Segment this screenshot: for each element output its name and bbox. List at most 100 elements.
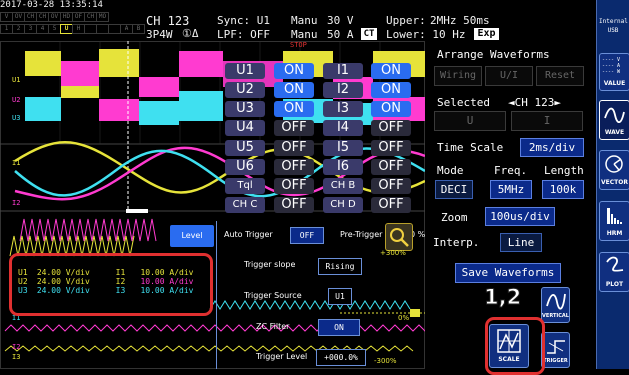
ch-toggle-u5[interactable]: OFF [274, 140, 314, 156]
ch-name-i6: I6 [323, 159, 363, 175]
ch-toggle-chc[interactable]: OFF [274, 197, 314, 213]
ch-toggle-i4[interactable]: OFF [371, 120, 411, 136]
length-label: Length [544, 164, 584, 177]
zoom-label: Zoom [441, 211, 468, 224]
zc-filter-label: ZC Filter [256, 322, 290, 331]
ch-name-u2: U2 [225, 82, 265, 98]
ch-name-tql: Tql [225, 178, 265, 194]
hrm-label: HRM [606, 230, 623, 237]
current-range-mode: Manu [291, 28, 318, 41]
channel-grid: U1 ON I1 ON U2 ON I2 ON U3 ON I3 ON U4 O… [225, 63, 425, 229]
save-waveforms-button[interactable]: Save Waveforms [455, 263, 561, 283]
trigger-icon [547, 340, 565, 354]
ch-name-i4: I4 [323, 120, 363, 136]
ch-name-chc: CH C [225, 197, 265, 213]
selected-channel[interactable]: ◄CH 123► [508, 96, 561, 109]
ch-name-i3: I3 [323, 101, 363, 117]
trigger-source-value[interactable]: U1 [328, 288, 352, 305]
i-trace-label-3: I3 [12, 353, 21, 361]
ch-toggle-i1[interactable]: ON [371, 63, 411, 79]
wave-button[interactable]: WAVE [599, 100, 629, 140]
ch-toggle-u2[interactable]: ON [274, 82, 314, 98]
arrange-waveforms-title: Arrange Waveforms [437, 48, 550, 61]
i2-trace-label: I2 [12, 199, 21, 207]
ch-name-u4: U4 [225, 120, 265, 136]
zc-filter-value[interactable]: ON [318, 319, 360, 336]
level-tab[interactable]: Level [170, 225, 214, 247]
waveform-display[interactable]: STOP U1 U2 U3 I1 I2 I1 I2 I3 U1 ON I1 ON… [0, 41, 425, 369]
vertical-label: VERTICAL [542, 313, 569, 319]
ch-toggle-i6[interactable]: OFF [371, 159, 411, 175]
zoom-value[interactable]: 100us/div [485, 207, 555, 226]
i-button[interactable]: I [511, 111, 583, 131]
right-sidebar: Internal USB ---- V ---- A ---- W VALUE … [596, 0, 629, 369]
u-button[interactable]: U [434, 111, 506, 131]
pct-top: +300% [380, 249, 406, 257]
ch-name-i5: I5 [323, 140, 363, 156]
vector-button[interactable]: VECTOR [599, 150, 629, 190]
ch-toggle-u1[interactable]: ON [274, 63, 314, 79]
status-header: 2017-03-28 13:35:14 V OV CH CH OV HD OF … [0, 0, 596, 41]
auto-trigger-label: Auto Trigger [224, 230, 273, 239]
time-scale-value[interactable]: 2ms/div [520, 138, 584, 157]
wave-label: WAVE [604, 129, 625, 136]
channel-label: CH 123 [146, 14, 190, 28]
selected-label: Selected [437, 96, 490, 109]
trigger-source-label: Trigger Source [244, 291, 302, 300]
wave-icon [604, 107, 625, 124]
vector-icon [605, 155, 623, 173]
ch-toggle-chd[interactable]: OFF [371, 197, 411, 213]
vertical-button[interactable]: VERTICAL [541, 287, 570, 323]
ch-name-u1: U1 [225, 63, 265, 79]
trigger-slope-value[interactable]: Rising [318, 258, 362, 275]
reset-button[interactable]: Reset [536, 66, 584, 86]
ch-name-i1: I1 [323, 63, 363, 79]
freq-value[interactable]: 5MHz [490, 180, 532, 199]
pre-trigger-knob[interactable] [385, 223, 413, 251]
lpf-label: LPF: OFF [217, 28, 270, 41]
trigger-level-value[interactable]: +000.0% [316, 349, 366, 366]
current-range: 50 A [327, 28, 354, 41]
plot-button[interactable]: PLOT [599, 252, 629, 292]
trigger-level-label: Trigger Level [256, 352, 308, 361]
ch-toggle-u3[interactable]: ON [274, 101, 314, 117]
wiring-button[interactable]: Wiring [434, 66, 482, 86]
hrm-icon [607, 208, 622, 224]
upper-value: 2MHz 50ms [430, 14, 490, 27]
ch-toggle-u6[interactable]: OFF [274, 159, 314, 175]
value-button[interactable]: ---- V ---- A ---- W VALUE [599, 53, 629, 91]
pct-mid: 0% [398, 314, 410, 322]
mode-value[interactable]: DECI [435, 180, 473, 199]
value-label: VALUE [603, 80, 626, 87]
interp-label: Interp. [433, 236, 480, 249]
step-number: 1,2 [483, 285, 522, 310]
mode-label: Mode [437, 164, 464, 177]
exp-badge: Exp [474, 28, 499, 40]
auto-trigger-value[interactable]: OFF [290, 227, 324, 244]
ch-name-u6: U6 [225, 159, 265, 175]
ch-toggle-u4[interactable]: OFF [274, 120, 314, 136]
upper-label: Upper: [386, 14, 426, 27]
storage-internal: Internal [599, 18, 628, 25]
ch-toggle-tql[interactable]: OFF [274, 178, 314, 194]
lower-label: Lower: 10 Hz [386, 28, 466, 41]
ch-toggle-i3[interactable]: ON [371, 101, 411, 117]
plot-label: PLOT [605, 281, 624, 288]
trigger-label: TRIGGER [543, 358, 568, 364]
ch-toggle-chb[interactable]: OFF [371, 178, 411, 194]
ch-name-u5: U5 [225, 140, 265, 156]
length-value[interactable]: 100k [542, 180, 584, 199]
ui-button[interactable]: U/I [485, 66, 533, 86]
pre-trigger-label: Pre-Trigger [340, 230, 383, 239]
value-icon: ---- V ---- A ---- W [602, 57, 621, 75]
interp-value[interactable]: Line [500, 233, 542, 252]
ch-toggle-i5[interactable]: OFF [371, 140, 411, 156]
vector-label: VECTOR [601, 179, 628, 186]
ch-toggle-i2[interactable]: ON [371, 82, 411, 98]
datetime: 2017-03-28 13:35:14 [0, 0, 103, 10]
u1-trace-label: U1 [12, 76, 21, 84]
trigger-button[interactable]: TRIGGER [541, 332, 570, 368]
ch-name-chd: CH D [323, 197, 363, 213]
hrm-button[interactable]: HRM [599, 201, 629, 241]
scale-settings-callout [9, 253, 213, 316]
